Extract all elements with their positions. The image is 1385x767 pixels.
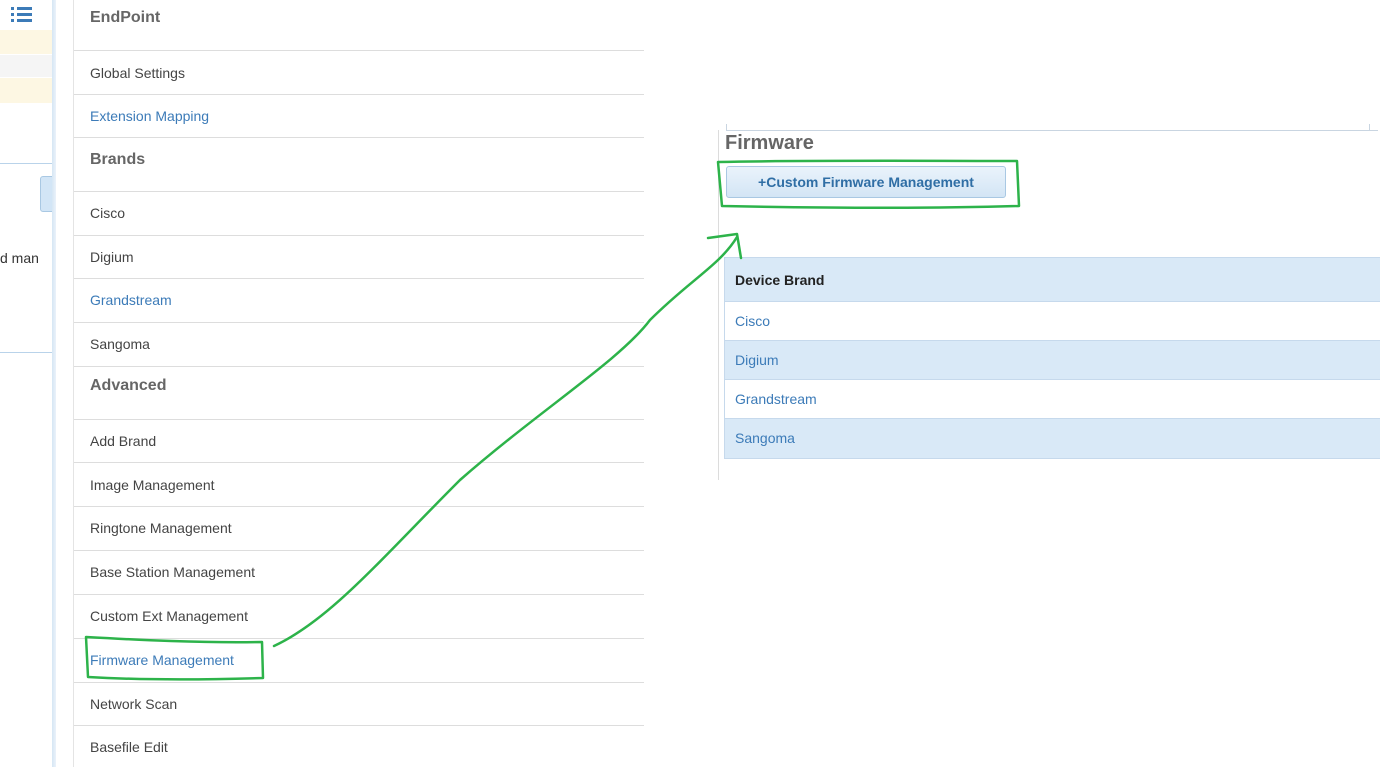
menu-item-network-scan[interactable]: Network Scan xyxy=(74,683,644,726)
table-row[interactable]: Digium xyxy=(725,341,1380,380)
device-brand-table: Device Brand Cisco Digium Grandstream Sa… xyxy=(724,257,1380,459)
menu-item-label: Image Management xyxy=(90,477,215,493)
menu-item-label: Cisco xyxy=(90,205,126,221)
table-row[interactable]: Sangoma xyxy=(725,419,1380,458)
menu-item-base-station-management[interactable]: Base Station Management xyxy=(74,551,644,595)
table-header: Device Brand xyxy=(725,258,1380,302)
menu-heading-brands: Brands xyxy=(74,138,644,192)
background-row xyxy=(0,78,52,103)
brand-link[interactable]: Grandstream xyxy=(735,391,817,407)
menu-item-image-management[interactable]: Image Management xyxy=(74,463,644,507)
background-panel: d man xyxy=(0,0,72,767)
brand-link[interactable]: Cisco xyxy=(735,313,770,329)
panel-border xyxy=(718,130,719,480)
menu-heading-endpoint: EndPoint xyxy=(74,0,644,51)
list-icon[interactable] xyxy=(10,6,34,24)
menu-item-sangoma[interactable]: Sangoma xyxy=(74,323,644,367)
menu-item-basefile-edit[interactable]: Basefile Edit xyxy=(74,726,644,767)
panel-divider xyxy=(726,130,1378,131)
menu-item-label: Global Settings xyxy=(90,65,185,81)
firmware-title: Firmware xyxy=(725,132,814,154)
column-header-device-brand: Device Brand xyxy=(735,272,825,288)
brand-link[interactable]: Digium xyxy=(735,352,779,368)
menu-item-ringtone-management[interactable]: Ringtone Management xyxy=(74,507,644,551)
menu-item-custom-ext-management[interactable]: Custom Ext Management xyxy=(74,595,644,639)
menu-item-label: Custom Ext Management xyxy=(90,608,248,624)
custom-firmware-management-button[interactable]: +Custom Firmware Management xyxy=(726,166,1006,198)
table-row[interactable]: Grandstream xyxy=(725,380,1380,419)
menu-item-firmware-management[interactable]: Firmware Management xyxy=(74,639,644,683)
brand-link[interactable]: Sangoma xyxy=(735,430,795,446)
firmware-panel: Firmware +Custom Firmware Management Dev… xyxy=(718,110,1385,485)
background-text: d man xyxy=(0,250,39,266)
menu-heading-label: EndPoint xyxy=(90,9,161,26)
menu-heading-label: Brands xyxy=(90,151,146,168)
side-menu: EndPoint Global Settings Extension Mappi… xyxy=(73,0,644,767)
menu-item-label: Ringtone Management xyxy=(90,520,232,536)
menu-item-extension-mapping[interactable]: Extension Mapping xyxy=(74,95,644,138)
menu-item-label: Sangoma xyxy=(90,336,150,352)
menu-item-label: Extension Mapping xyxy=(90,108,210,124)
menu-heading-label: Advanced xyxy=(90,377,167,394)
menu-item-global-settings[interactable]: Global Settings xyxy=(74,51,644,95)
menu-item-label: Digium xyxy=(90,249,134,265)
menu-item-grandstream[interactable]: Grandstream xyxy=(74,279,644,323)
table-row[interactable]: Cisco xyxy=(725,302,1380,341)
menu-item-cisco[interactable]: Cisco xyxy=(74,192,644,236)
menu-item-label: Firmware Management xyxy=(90,652,234,668)
background-divider xyxy=(0,352,52,353)
menu-item-digium[interactable]: Digium xyxy=(74,236,644,279)
background-divider xyxy=(0,163,52,164)
background-scrollbar xyxy=(52,0,56,767)
menu-item-label: Network Scan xyxy=(90,696,178,712)
menu-heading-advanced: Advanced xyxy=(74,367,644,420)
menu-item-label: Base Station Management xyxy=(90,564,255,580)
menu-item-label: Add Brand xyxy=(90,433,157,449)
background-row xyxy=(0,30,52,54)
menu-item-label: Basefile Edit xyxy=(90,739,168,755)
menu-item-label: Grandstream xyxy=(90,292,172,308)
menu-item-add-brand[interactable]: Add Brand xyxy=(74,420,644,463)
background-row xyxy=(0,55,52,77)
